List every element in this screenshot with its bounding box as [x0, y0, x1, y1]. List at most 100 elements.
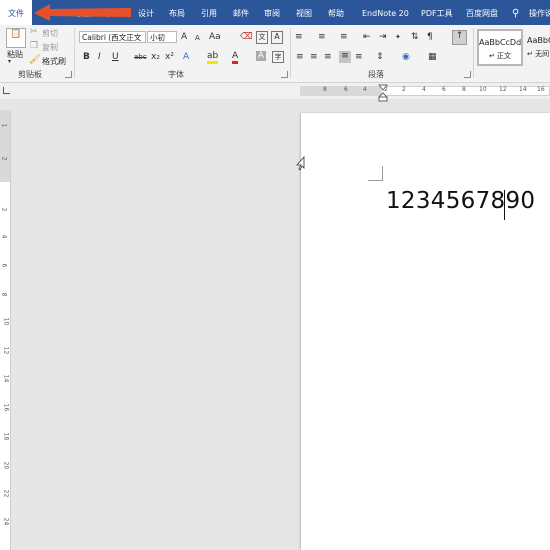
paste-dropdown-icon[interactable]: ▾	[8, 58, 11, 65]
copy-button[interactable]: 复制	[42, 42, 58, 53]
scissors-icon[interactable]: ✂	[30, 27, 38, 37]
format-painter-button[interactable]: 格式刷	[42, 56, 66, 67]
text-cursor	[504, 190, 505, 220]
vertical-ruler-margin	[0, 110, 10, 182]
copy-icon[interactable]: ❐	[30, 41, 38, 51]
paragraph-launcher-icon[interactable]	[464, 71, 471, 78]
numbering-icon[interactable]: ≡	[318, 32, 326, 42]
ruler-number: 8	[0, 292, 8, 297]
ruler-number: 6	[344, 86, 348, 93]
document-page[interactable]	[301, 113, 550, 550]
font-launcher-icon[interactable]	[281, 71, 288, 78]
mouse-pointer-icon	[296, 156, 305, 171]
enclose-characters-icon[interactable]: 字	[272, 51, 284, 63]
clipboard-group-label: 剪贴板	[18, 70, 42, 79]
ribbon: 📋 粘贴 ▾ ✂ 剪切 ❐ 复制 🖌 格式刷 剪贴板 Calibri (西文正文…	[0, 25, 550, 83]
distributed-icon[interactable]: ≡	[355, 52, 363, 62]
ruler-number: 8	[323, 86, 327, 93]
ruler-number: 2	[402, 86, 406, 93]
style-nospace-preview: AaBbCcDd	[527, 36, 550, 45]
divider	[473, 28, 474, 78]
multilevel-list-icon[interactable]: ≡	[340, 32, 348, 42]
tab-review[interactable]: 审阅	[264, 0, 280, 25]
ruler-number: 4	[0, 234, 8, 239]
sort-icon[interactable]: ⇅	[411, 32, 419, 42]
align-center-icon[interactable]: ≡	[310, 52, 318, 62]
style-normal-name: ↵ 正文	[488, 52, 512, 60]
ruler-number: 10	[479, 86, 487, 93]
ruler-number: 18	[2, 432, 10, 441]
clipboard-launcher-icon[interactable]	[65, 71, 72, 78]
line-spacing-icon[interactable]: ⇕	[376, 52, 384, 62]
divider	[74, 28, 75, 78]
paste-icon[interactable]: 📋	[6, 28, 26, 48]
ruler-number: 2	[0, 207, 8, 212]
expand-ribbon-icon[interactable]: ↑	[452, 30, 467, 45]
style-no-spacing[interactable]: AaBbCcDd ↵ 无间	[524, 29, 550, 66]
tab-pdf-tools[interactable]: PDF工具	[421, 0, 453, 25]
cut-button[interactable]: 剪切	[42, 28, 58, 39]
tab-mailings[interactable]: 邮件	[233, 0, 249, 25]
clear-formatting-icon[interactable]: ⌫	[240, 32, 253, 42]
font-size-combo[interactable]: 小初	[147, 31, 177, 43]
strikethrough-button[interactable]: abc	[134, 52, 147, 62]
ruler-number: 12	[2, 346, 10, 355]
tab-selector-icon[interactable]	[3, 87, 10, 94]
character-border-icon[interactable]: A	[271, 31, 283, 44]
shading-icon[interactable]: ◉	[402, 52, 410, 62]
superscript-button[interactable]: x²	[165, 52, 174, 62]
tab-tell-me[interactable]: 操作说	[529, 0, 550, 25]
text-effects-icon[interactable]: A	[183, 52, 189, 62]
ruler-number: 6	[0, 263, 8, 268]
chinese-layout-icon[interactable]: ✦	[395, 32, 401, 42]
style-normal-name-text: 正文	[497, 52, 512, 60]
tab-view[interactable]: 视图	[296, 0, 312, 25]
underline-button[interactable]: U	[112, 52, 119, 62]
font-color-button[interactable]: A	[232, 51, 239, 64]
justify-icon[interactable]: ≡	[339, 51, 351, 63]
tab-file[interactable]: 文件	[0, 0, 32, 25]
tab-design[interactable]: 设计	[138, 0, 154, 25]
ruler-number: 10	[2, 317, 10, 326]
indent-marker-icon[interactable]	[378, 84, 388, 102]
document-text[interactable]: 1234567890	[386, 188, 535, 214]
phonetic-guide-icon[interactable]: 文	[256, 31, 268, 44]
style-normal-preview: AaBbCcDd	[479, 38, 522, 47]
format-painter-icon[interactable]: 🖌	[29, 55, 40, 65]
subscript-button[interactable]: x₂	[151, 52, 160, 62]
tab-help[interactable]: 帮助	[328, 0, 344, 25]
highlight-icon[interactable]: ⁢ab	[207, 51, 219, 64]
ruler-number: 4	[422, 86, 426, 93]
annotation-arrow-icon	[34, 4, 131, 21]
grow-font-icon[interactable]: A	[181, 32, 187, 42]
paragraph-group-label: 段落	[368, 70, 384, 79]
divider	[290, 28, 291, 78]
shrink-font-icon[interactable]: A	[195, 33, 200, 43]
style-nospace-name: ↵ 无间	[527, 50, 550, 58]
borders-icon[interactable]: ▦	[428, 52, 437, 62]
ruler-number: 1	[0, 123, 8, 128]
decrease-indent-icon[interactable]: ⇤	[363, 32, 371, 42]
align-left-icon[interactable]: ≡	[296, 52, 304, 62]
tab-baidu-netdisk[interactable]: 百度网盘	[466, 0, 498, 25]
italic-button[interactable]: I	[98, 52, 101, 62]
tab-endnote[interactable]: EndNote 20	[362, 0, 409, 25]
style-normal[interactable]: AaBbCcDd ↵ 正文	[477, 29, 523, 66]
tab-layout[interactable]: 布局	[169, 0, 185, 25]
increase-indent-icon[interactable]: ⇥	[379, 32, 387, 42]
font-name-combo[interactable]: Calibri (西文正文	[79, 31, 146, 43]
ruler-number: 22	[2, 489, 10, 498]
lightbulb-icon[interactable]: ⚲	[512, 0, 520, 25]
ruler-number: 12	[499, 86, 507, 93]
change-case-icon[interactable]: Aa	[209, 32, 221, 42]
align-right-icon[interactable]: ≡	[324, 52, 332, 62]
bullets-icon[interactable]: ≡	[295, 32, 303, 42]
bold-button[interactable]: B	[83, 52, 90, 62]
show-marks-icon[interactable]: ¶	[427, 32, 433, 42]
character-shading-icon[interactable]: A	[256, 51, 266, 61]
ruler-number: 24	[2, 517, 10, 526]
tab-references[interactable]: 引用	[201, 0, 217, 25]
ruler-number: 8	[462, 86, 466, 93]
ruler-number: 14	[2, 374, 10, 383]
ruler-number: 4	[363, 86, 367, 93]
